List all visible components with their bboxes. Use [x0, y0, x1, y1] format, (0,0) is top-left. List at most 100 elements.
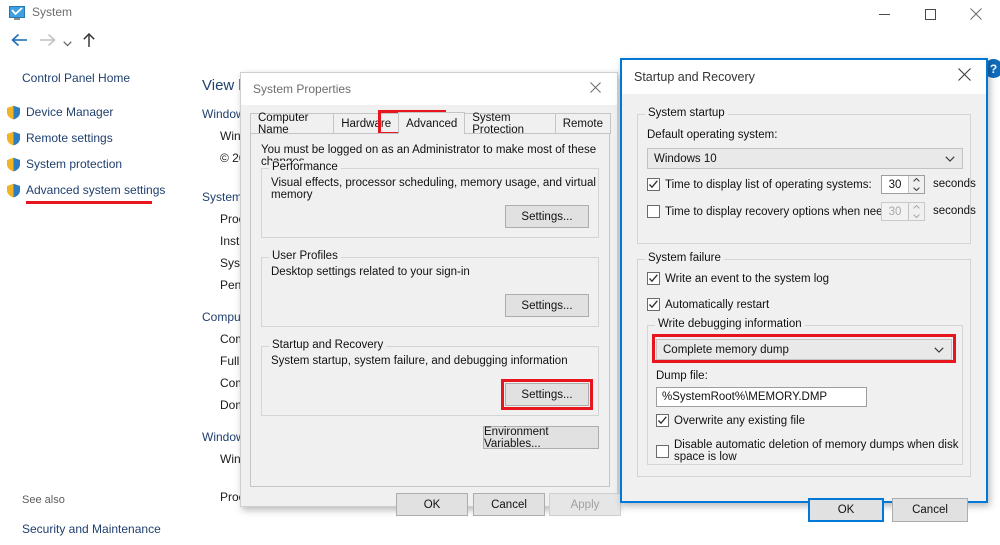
system-properties-cancel-button[interactable]: Cancel: [473, 493, 545, 516]
spinner-value: 30: [888, 178, 902, 191]
startup-recovery-group: Startup and Recovery System startup, sys…: [261, 339, 599, 416]
dialog-close-button[interactable]: [573, 73, 617, 105]
system-failure-group: System failure Write an event to the sys…: [637, 252, 971, 477]
tab-system-protection[interactable]: System Protection: [464, 112, 556, 136]
spinner-buttons: [908, 203, 924, 220]
spinner-down-icon[interactable]: [909, 185, 924, 194]
checkbox-label: Time to display recovery options when ne…: [665, 205, 905, 218]
content-section-title: Window: [202, 430, 245, 444]
system-failure-group-label: System failure: [645, 252, 724, 264]
shield-icon: [6, 105, 21, 120]
dialog-close-button[interactable]: [942, 60, 986, 94]
monitor-icon: [9, 6, 25, 21]
performance-settings-button[interactable]: Settings...: [505, 205, 589, 228]
tab-strip: Computer Name Hardware Advanced System P…: [250, 112, 611, 136]
dump-file-label: Dump file:: [656, 370, 708, 382]
time-recovery-unit: seconds: [933, 205, 976, 217]
checkbox-label: Time to display list of operating system…: [665, 178, 872, 191]
chevron-down-icon: [934, 344, 944, 356]
content-section-title: Comput: [202, 310, 245, 324]
performance-description: Visual effects, processor scheduling, me…: [271, 177, 596, 201]
time-display-list-unit: seconds: [933, 178, 976, 190]
content-row: Pen: [220, 278, 242, 292]
user-profiles-settings-button[interactable]: Settings...: [505, 294, 589, 317]
debug-info-combobox[interactable]: Complete memory dump: [656, 339, 952, 360]
recent-locations-button[interactable]: [58, 28, 76, 57]
time-display-list-spinner[interactable]: 30: [881, 175, 925, 194]
write-event-checkbox[interactable]: Write an event to the system log: [647, 272, 829, 285]
write-debugging-group: Write debugging information Complete mem…: [647, 318, 963, 465]
content-row: Win: [220, 452, 241, 466]
checkbox-box: [656, 414, 669, 427]
shield-icon: [6, 183, 21, 198]
spinner-up-icon: [909, 203, 924, 212]
tab-advanced[interactable]: Advanced: [398, 112, 466, 134]
user-profiles-group-label: User Profiles: [269, 250, 341, 262]
dump-file-input[interactable]: %SystemRoot%\MEMORY.DMP: [656, 387, 867, 407]
minimize-icon: [878, 9, 890, 20]
startup-recovery-body: System startup Default operating system:…: [622, 94, 986, 522]
see-also-label: See also: [22, 494, 65, 506]
checkbox-label: Disable automatic deletion of memory dum…: [674, 439, 959, 463]
checkbox-box: [647, 298, 660, 311]
spinner-down-icon: [909, 212, 924, 221]
close-icon: [589, 80, 601, 98]
system-startup-group-label: System startup: [645, 107, 728, 119]
advanced-tab-page: You must be logged on as an Administrato…: [250, 133, 610, 487]
default-os-value: Windows 10: [654, 152, 717, 165]
startup-recovery-settings-button[interactable]: Settings...: [505, 383, 589, 406]
maximize-button[interactable]: [907, 0, 953, 28]
up-button[interactable]: [76, 28, 102, 57]
checkbox-box: [647, 272, 660, 285]
write-debugging-group-label: Write debugging information: [655, 318, 805, 330]
window-title: System: [32, 5, 73, 19]
sidebar-item-label: Device Manager: [26, 105, 114, 119]
close-icon: [970, 8, 982, 20]
checkbox-label: Overwrite any existing file: [674, 414, 806, 427]
advanced-system-settings-highlight: [26, 201, 152, 204]
time-display-list-checkbox[interactable]: Time to display list of operating system…: [647, 178, 872, 191]
chevron-down-icon: [945, 153, 955, 165]
sidebar-item-remote-settings[interactable]: Remote settings: [6, 127, 113, 149]
system-properties-ok-button[interactable]: OK: [396, 493, 468, 516]
startup-recovery-cancel-button[interactable]: Cancel: [892, 498, 968, 522]
checkbox-box: [647, 178, 660, 191]
environment-variables-button[interactable]: Environment Variables...: [483, 426, 599, 450]
navigation-bar: › Control Panel › All Control Panel Item…: [0, 28, 1000, 82]
shield-icon: [6, 157, 21, 172]
window-titlebar: System: [0, 0, 1000, 28]
tab-hardware[interactable]: Hardware: [333, 113, 400, 134]
automatically-restart-checkbox[interactable]: Automatically restart: [647, 298, 769, 311]
spinner-buttons[interactable]: [908, 176, 924, 193]
checkbox-label: Automatically restart: [665, 298, 770, 311]
sidebar-item-security-and-maintenance[interactable]: Security and Maintenance: [22, 522, 161, 536]
sidebar-item-device-manager[interactable]: Device Manager: [6, 101, 113, 123]
content-section-title: System: [202, 190, 243, 204]
startup-recovery-ok-button[interactable]: OK: [808, 498, 884, 522]
spinner-value: 30: [888, 205, 902, 218]
back-button[interactable]: [6, 28, 32, 57]
performance-group-label: Performance: [269, 161, 341, 173]
sidebar-item-system-protection[interactable]: System protection: [6, 153, 122, 175]
sidebar-item-label: Advanced system settings: [26, 183, 166, 197]
dump-file-value: %SystemRoot%\MEMORY.DMP: [662, 391, 828, 403]
shield-icon: [6, 131, 21, 146]
content-row: Win: [220, 129, 241, 143]
disable-auto-deletion-checkbox[interactable]: Disable automatic deletion of memory dum…: [656, 439, 962, 463]
close-button[interactable]: [953, 0, 999, 28]
dialog-title: Startup and Recovery: [634, 70, 755, 84]
default-os-combobox[interactable]: Windows 10: [647, 148, 963, 169]
dialog-title: System Properties: [253, 82, 352, 96]
tab-computer-name[interactable]: Computer Name: [250, 112, 335, 136]
overwrite-file-checkbox[interactable]: Overwrite any existing file: [656, 414, 805, 427]
sidebar-item-control-panel-home[interactable]: Control Panel Home: [22, 71, 130, 85]
content-section-title: Window: [202, 107, 245, 121]
checkbox-label: Write an event to the system log: [665, 272, 830, 285]
spinner-up-icon[interactable]: [909, 176, 924, 185]
sidebar: Control Panel Home Device Manager Remote…: [0, 57, 190, 545]
minimize-button[interactable]: [861, 0, 907, 28]
tab-remote[interactable]: Remote: [554, 113, 611, 134]
sidebar-item-advanced-system-settings[interactable]: Advanced system settings: [6, 179, 165, 201]
chevron-down-icon: [62, 34, 72, 52]
time-recovery-checkbox[interactable]: Time to display recovery options when ne…: [647, 205, 905, 218]
